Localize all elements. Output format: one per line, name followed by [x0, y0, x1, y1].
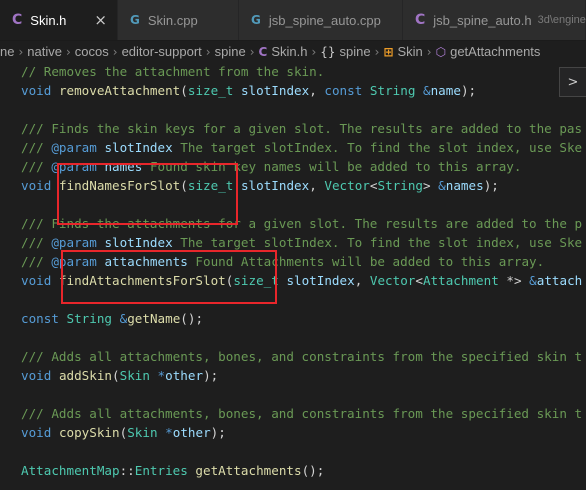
- keyword: const: [21, 311, 59, 326]
- function-name: addSkin: [58, 368, 113, 383]
- doc-param-name: slotIndex: [104, 140, 173, 155]
- breadcrumb-item[interactable]: ne: [0, 41, 14, 63]
- tab-label: Skin.h: [30, 12, 67, 28]
- breadcrumb-separator: ›: [18, 45, 24, 59]
- tab-skin-cpp[interactable]: G Skin.cpp: [118, 0, 239, 40]
- type-name: Skin: [119, 368, 150, 383]
- keyword: void: [21, 178, 52, 193]
- code-line-add-skin: void addSkin(Skin *other);: [21, 368, 219, 383]
- close-icon[interactable]: ×: [94, 11, 107, 29]
- breadcrumb: ne › native › cocos › editor-support › spine › C Sk…: [0, 41, 586, 63]
- doc-tag: @param: [51, 140, 97, 155]
- code-comment-line: // Removes the attachment from the skin.: [21, 64, 325, 79]
- tab-jsb-spine-auto-h[interactable]: C jsb_spine_auto.h 3d\engine: [403, 0, 586, 40]
- tab-label: jsb_spine_auto.cpp: [268, 12, 381, 28]
- breadcrumb-namespace[interactable]: spine: [340, 41, 371, 63]
- highlight-box: [57, 163, 238, 225]
- type-name: String: [377, 178, 423, 193]
- doc-param-name: slotIndex: [104, 235, 173, 250]
- code-line-get-attachments: AttachmentMap::Entries getAttachments();: [21, 463, 325, 478]
- doc-tag: @param: [51, 235, 97, 250]
- code-comment-line: /// Adds all attachments, bones, and con…: [21, 349, 583, 364]
- breadcrumb-item[interactable]: cocos: [75, 41, 109, 63]
- type-name: Entries: [134, 463, 188, 478]
- function-name: copySkin: [58, 425, 120, 440]
- breadcrumb-separator: ›: [311, 45, 317, 59]
- breadcrumb-function[interactable]: getAttachments: [450, 41, 540, 63]
- code-comment-line: /// Adds all attachments, bones, and con…: [21, 406, 583, 421]
- tab-description: 3d\engine: [537, 14, 586, 26]
- namespace-icon: {}: [320, 45, 336, 59]
- parameter: names: [445, 178, 484, 193]
- breadcrumb-item[interactable]: native: [27, 41, 62, 63]
- function-name: getName: [127, 311, 181, 326]
- keyword: void: [21, 273, 52, 288]
- type-name: String: [66, 311, 113, 326]
- parameter: other: [172, 425, 211, 440]
- function-name: removeAttachment: [58, 83, 181, 98]
- function-name: getAttachments: [195, 463, 302, 478]
- code-comment-line: /// Finds the skin keys for a given slot…: [21, 121, 583, 136]
- keyword: const: [324, 83, 363, 98]
- code-line-get-name: const String &getName();: [21, 311, 204, 326]
- parameter: slotIndex: [240, 83, 310, 98]
- parameter: slotIndex: [240, 178, 310, 193]
- code-line-copy-skin: void copySkin(Skin *other);: [21, 425, 226, 440]
- keyword: void: [21, 83, 52, 98]
- parameter: name: [430, 83, 461, 98]
- tab-label: Skin.cpp: [147, 12, 198, 28]
- method-icon: ⬡: [435, 45, 447, 59]
- type-name: size_t: [187, 83, 234, 98]
- tab-skin-h[interactable]: C Skin.h ×: [0, 0, 118, 40]
- code-doc-line: /// @param slotIndex The target slotInde…: [21, 140, 583, 155]
- keyword: void: [21, 368, 52, 383]
- type-name: Vector: [369, 273, 416, 288]
- type-name: Skin: [127, 425, 158, 440]
- tab-label: jsb_spine_auto.h: [433, 12, 532, 28]
- keyword: void: [21, 425, 52, 440]
- c-header-file-icon: C: [12, 12, 23, 28]
- type-name: Vector: [324, 178, 370, 193]
- breadcrumb-separator: ›: [112, 45, 118, 59]
- cpp-file-icon: G: [251, 13, 261, 27]
- type-name: String: [369, 83, 416, 98]
- parameter: attach: [536, 273, 583, 288]
- type-name: AttachmentMap: [21, 463, 120, 478]
- breadcrumb-file[interactable]: Skin.h: [271, 41, 307, 63]
- c-header-file-icon: C: [415, 12, 426, 28]
- breadcrumb-class[interactable]: Skin: [398, 41, 423, 63]
- highlight-box: [61, 250, 277, 304]
- parameter: other: [165, 368, 204, 383]
- breadcrumb-separator: ›: [249, 45, 255, 59]
- c-header-file-icon: C: [258, 45, 268, 59]
- breadcrumb-item[interactable]: spine: [215, 41, 246, 63]
- breadcrumb-separator: ›: [65, 45, 71, 59]
- code-line-remove-attachment: void removeAttachment(size_t slotIndex, …: [21, 83, 477, 98]
- parameter: slotIndex: [286, 273, 355, 288]
- chevron-right-icon[interactable]: >: [559, 67, 586, 97]
- breadcrumb-separator: ›: [374, 45, 380, 59]
- cpp-file-icon: G: [130, 13, 140, 27]
- tab-jsb-spine-auto-cpp[interactable]: G jsb_spine_auto.cpp: [239, 0, 403, 40]
- editor-tab-bar: C Skin.h × G Skin.cpp G jsb_spine_auto.c…: [0, 0, 586, 41]
- type-name: Attachment: [422, 273, 499, 288]
- breadcrumb-separator: ›: [205, 45, 211, 59]
- class-icon: ⊞: [383, 45, 394, 59]
- breadcrumb-item[interactable]: editor-support: [122, 41, 202, 63]
- breadcrumb-separator: ›: [426, 45, 432, 59]
